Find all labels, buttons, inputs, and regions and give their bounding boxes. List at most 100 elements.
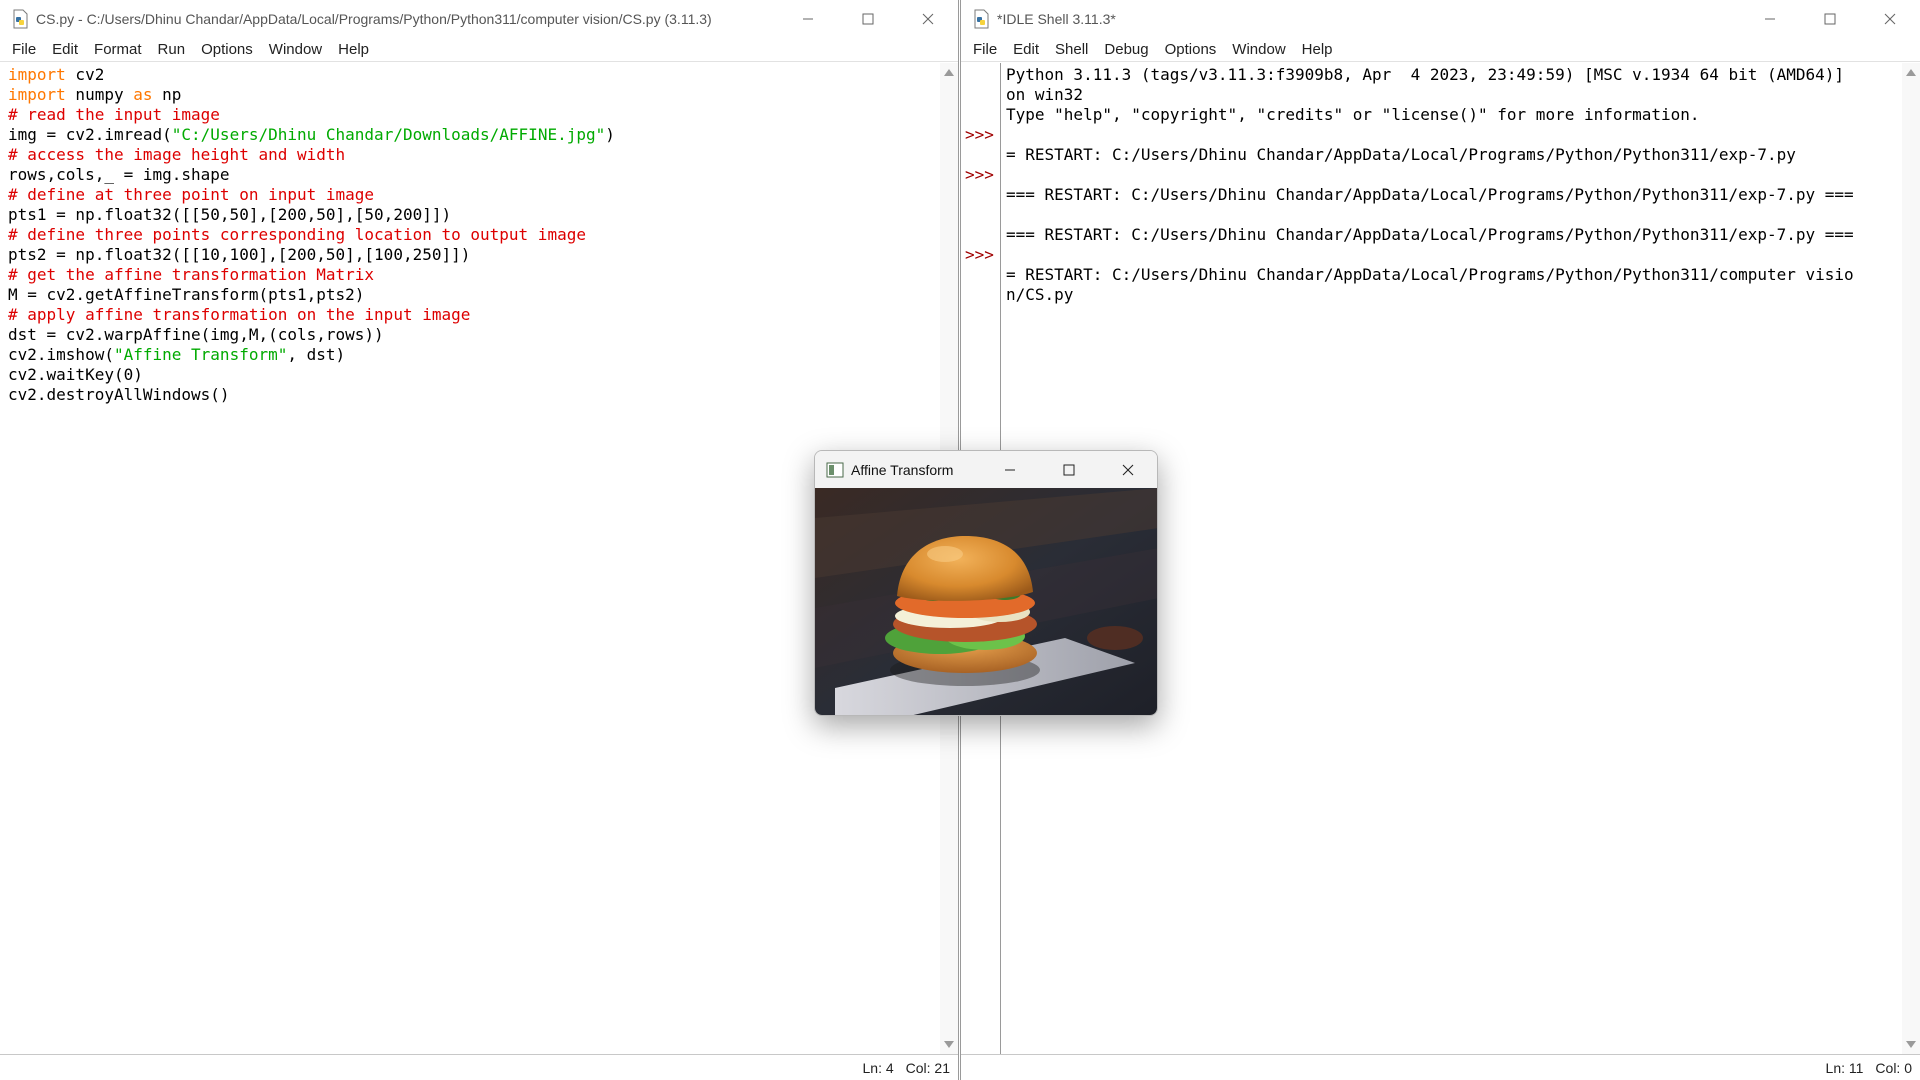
prompt-marker: >>>	[965, 125, 994, 144]
menu-edit[interactable]: Edit	[1005, 39, 1047, 61]
close-icon	[1884, 13, 1896, 25]
shell-titlebar[interactable]: *IDLE Shell 3.11.3*	[961, 0, 1920, 38]
code-line: img = cv2.imread("C:/Users/Dhinu Chandar…	[8, 125, 938, 145]
transformed-image	[815, 488, 1157, 715]
menu-debug[interactable]: Debug	[1096, 39, 1156, 61]
shell-line: Python 3.11.3 (tags/v3.11.3:f3909b8, Apr…	[1006, 65, 1845, 84]
menu-file[interactable]: File	[965, 39, 1005, 61]
code-line: # get the affine transformation Matrix	[8, 265, 938, 285]
comment-token: # apply affine transformation on the inp…	[8, 305, 471, 324]
comment-token: # read the input image	[8, 105, 220, 124]
affine-transform-window: Affine Transform	[814, 450, 1158, 716]
shell-line: = RESTART: C:/Users/Dhinu Chandar/AppDat…	[1006, 265, 1854, 284]
shell-line: === RESTART: C:/Users/Dhinu Chandar/AppD…	[1006, 225, 1854, 244]
comment-token: # get the affine transformation Matrix	[8, 265, 375, 284]
shell-scrollbar[interactable]	[1902, 63, 1920, 1054]
scroll-up-icon[interactable]	[1906, 69, 1916, 76]
code-token: rows,cols,_ = img.shape	[8, 165, 230, 184]
burger-photo	[815, 488, 1157, 715]
menu-run[interactable]: Run	[150, 39, 194, 61]
code-line: cv2.waitKey(0)	[8, 365, 938, 385]
editor-title: CS.py - C:/Users/Dhinu Chandar/AppData/L…	[36, 11, 712, 27]
maximize-button[interactable]	[1039, 451, 1098, 488]
prompt-marker: >>>	[965, 245, 994, 264]
code-line: import numpy as np	[8, 85, 938, 105]
minimize-button[interactable]	[1740, 0, 1800, 38]
code-line: # read the input image	[8, 105, 938, 125]
menu-help[interactable]: Help	[330, 39, 377, 61]
code-line: cv2.destroyAllWindows()	[8, 385, 938, 405]
code-line: dst = cv2.warpAffine(img,M,(cols,rows))	[8, 325, 938, 345]
code-line: import cv2	[8, 65, 938, 85]
code-token: M = cv2.getAffineTransform(pts1,pts2)	[8, 285, 365, 304]
column-number: Col: 21	[905, 1059, 950, 1076]
scroll-down-icon[interactable]	[1906, 1041, 1916, 1048]
popup-title: Affine Transform	[851, 461, 954, 478]
keyword-token: import	[8, 85, 66, 104]
maximize-button[interactable]	[1800, 0, 1860, 38]
code-editor[interactable]: import cv2 import numpy as np # read the i…	[8, 63, 938, 1054]
code-token: cv2	[65, 65, 105, 84]
shell-line: n/CS.py	[1006, 285, 1074, 304]
code-line: cv2.imshow("Affine Transform", dst)	[8, 345, 938, 365]
code-line: # access the image height and width	[8, 145, 938, 165]
comment-token: # define three points corresponding loca…	[8, 225, 586, 244]
minimize-icon	[1004, 469, 1015, 470]
minimize-button[interactable]	[778, 0, 838, 38]
comment-token: # access the image height and width	[8, 145, 346, 164]
code-token: numpy	[65, 85, 134, 104]
shell-menubar: File Edit Shell Debug Options Window Help	[961, 38, 1920, 62]
shell-line: = RESTART: C:/Users/Dhinu Chandar/AppDat…	[1006, 145, 1796, 164]
python-file-icon	[10, 9, 30, 29]
shell-title: *IDLE Shell 3.11.3*	[997, 11, 1116, 27]
prompt-marker: >>>	[965, 165, 994, 184]
shell-line: === RESTART: C:/Users/Dhinu Chandar/AppD…	[1006, 185, 1854, 204]
code-token: img = cv2.imread(	[8, 125, 172, 144]
scroll-up-icon[interactable]	[944, 69, 954, 76]
line-number: Ln: 11	[1825, 1059, 1864, 1076]
minimize-icon	[803, 18, 813, 20]
maximize-button[interactable]	[838, 0, 898, 38]
close-button[interactable]	[1860, 0, 1920, 38]
minimize-button[interactable]	[980, 451, 1039, 488]
column-number: Col: 0	[1875, 1059, 1912, 1076]
menu-help[interactable]: Help	[1294, 39, 1341, 61]
menu-window[interactable]: Window	[1224, 39, 1293, 61]
maximize-icon	[862, 13, 874, 25]
menu-format[interactable]: Format	[86, 39, 150, 61]
menu-shell[interactable]: Shell	[1047, 39, 1096, 61]
menu-window[interactable]: Window	[261, 39, 330, 61]
code-token: )	[605, 125, 615, 144]
menu-edit[interactable]: Edit	[44, 39, 86, 61]
menu-file[interactable]: File	[4, 39, 44, 61]
maximize-icon	[1063, 464, 1074, 475]
code-token: np	[152, 85, 182, 104]
code-token: pts2 = np.float32([[10,100],[200,50],[10…	[8, 245, 471, 264]
close-button[interactable]	[898, 0, 958, 38]
close-button[interactable]	[1098, 451, 1157, 488]
code-line: # define at three point on input image	[8, 185, 938, 205]
code-line: # define three points corresponding loca…	[8, 225, 938, 245]
python-shell-icon	[971, 9, 991, 29]
keyword-token: import	[8, 65, 66, 84]
shell-statusbar: Ln: 11 Col: 0	[961, 1054, 1920, 1080]
editor-titlebar[interactable]: CS.py - C:/Users/Dhinu Chandar/AppData/L…	[0, 0, 958, 38]
opencv-window-icon	[825, 460, 845, 480]
code-line: # apply affine transformation on the inp…	[8, 305, 938, 325]
shell-line: Type "help", "copyright", "credits" or "…	[1006, 105, 1700, 124]
code-token: pts1 = np.float32([[50,50],[200,50],[50,…	[8, 205, 452, 224]
maximize-icon	[1824, 13, 1836, 25]
menu-options[interactable]: Options	[1157, 39, 1225, 61]
close-icon	[922, 13, 934, 25]
shell-line: on win32	[1006, 85, 1084, 104]
minimize-icon	[1765, 18, 1775, 20]
menu-options[interactable]: Options	[193, 39, 261, 61]
scroll-down-icon[interactable]	[944, 1041, 954, 1048]
code-line: pts2 = np.float32([[10,100],[200,50],[10…	[8, 245, 938, 265]
code-token: cv2.imshow(	[8, 345, 114, 364]
popup-titlebar[interactable]: Affine Transform	[815, 451, 1157, 488]
